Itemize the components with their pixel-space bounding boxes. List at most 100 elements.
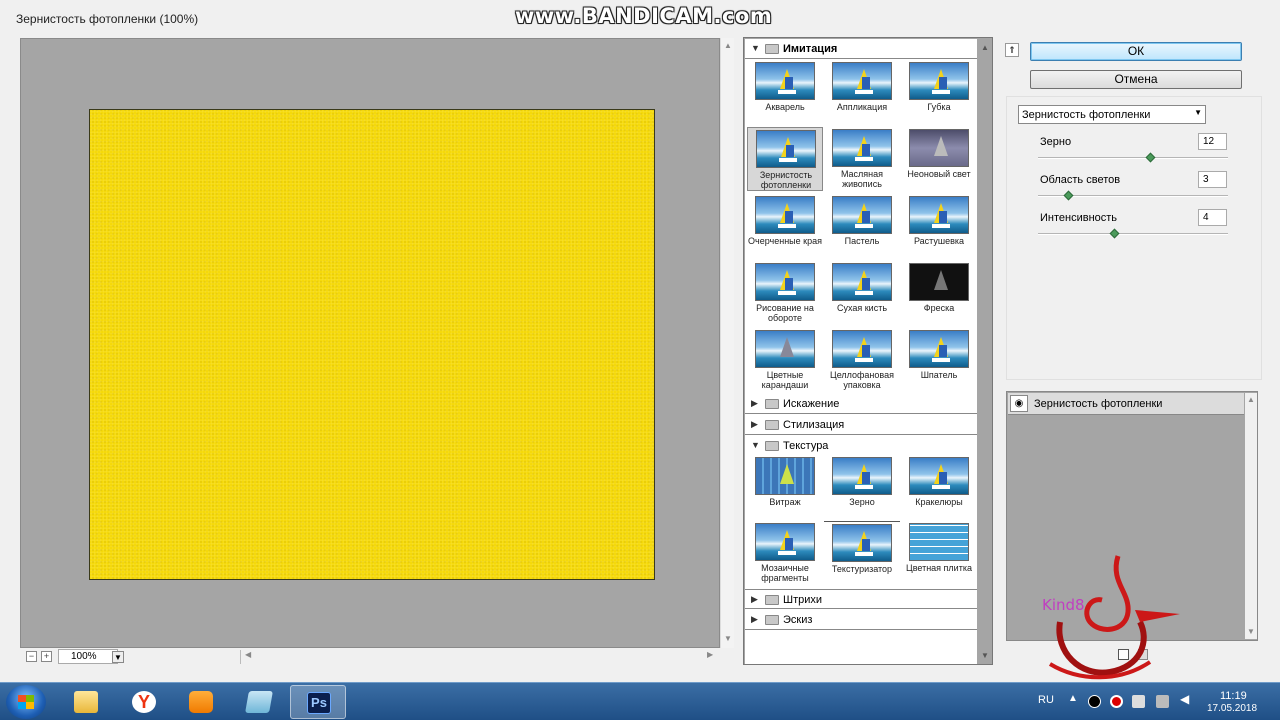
- filter-thumbnail: [755, 62, 815, 100]
- filter-grain[interactable]: Зерно: [824, 455, 900, 519]
- filter-stained-glass[interactable]: Витраж: [747, 455, 823, 519]
- preview-area[interactable]: [20, 38, 720, 648]
- scroll-up-icon[interactable]: ▲: [981, 43, 989, 52]
- preview-horizontal-scrollbar[interactable]: ◀ ▶: [240, 650, 720, 664]
- expand-triangle-icon[interactable]: ▼: [751, 440, 760, 450]
- effect-layer-row[interactable]: ◉ Зернистость фотопленки: [1008, 393, 1244, 415]
- zoom-dropdown-button[interactable]: ▼: [112, 651, 124, 663]
- effect-layer-label: Зернистость фотопленки: [1034, 398, 1163, 410]
- layers-scrollbar[interactable]: ▲ ▼: [1245, 393, 1257, 639]
- filter-poster-edges[interactable]: Очерченные края: [747, 194, 823, 258]
- filter-select[interactable]: Зернистость фотопленки ▼: [1018, 105, 1206, 124]
- filter-label: Неоновый свет: [907, 169, 971, 179]
- filter-watercolor[interactable]: Акварель: [747, 60, 823, 124]
- scroll-right-icon[interactable]: ▶: [707, 650, 713, 659]
- filter-cutout[interactable]: Аппликация: [824, 60, 900, 124]
- category-imitation[interactable]: ▼ Имитация: [745, 39, 977, 59]
- zoom-field[interactable]: 100%: [58, 649, 118, 664]
- filter-underpainting[interactable]: Рисование на обороте: [747, 261, 823, 325]
- filter-craquelure[interactable]: Кракелюры: [901, 455, 977, 519]
- zoom-in-button[interactable]: +: [41, 651, 52, 662]
- clock-date[interactable]: 17.05.2018: [1207, 703, 1257, 714]
- filter-neon-glow[interactable]: Неоновый свет: [901, 127, 977, 191]
- eye-icon[interactable]: ◉: [1010, 395, 1028, 412]
- grain-field[interactable]: 12: [1198, 133, 1227, 150]
- filter-palette-knife[interactable]: Шпатель: [901, 328, 977, 392]
- cancel-button[interactable]: Отмена: [1030, 70, 1242, 89]
- grain-slider[interactable]: [1038, 152, 1228, 163]
- expand-triangle-icon[interactable]: ▶: [751, 594, 758, 605]
- filter-fresco[interactable]: Фреска: [901, 261, 977, 325]
- intensity-field[interactable]: 4: [1198, 209, 1227, 226]
- filter-film-grain[interactable]: Зернистость фотопленки: [747, 127, 823, 191]
- scroll-down-icon[interactable]: ▼: [981, 651, 989, 660]
- filter-rough-pastels[interactable]: Пастель: [824, 194, 900, 258]
- language-indicator[interactable]: RU: [1038, 694, 1054, 706]
- filter-mosaic-tiles[interactable]: Мозаичные фрагменты: [747, 521, 823, 585]
- filter-patchwork[interactable]: Цветная плитка: [901, 521, 977, 585]
- expand-triangle-icon[interactable]: ▶: [751, 419, 758, 430]
- filter-select-value: Зернистость фотопленки: [1022, 109, 1151, 121]
- filter-label: Целлофановая упаковка: [830, 370, 894, 390]
- filter-label: Шпатель: [920, 370, 958, 380]
- filter-label: Кракелюры: [915, 497, 963, 507]
- taskbar-explorer[interactable]: [58, 685, 114, 719]
- filter-thumbnail: [755, 457, 815, 495]
- expand-triangle-icon[interactable]: ▶: [751, 614, 758, 625]
- action-center-icon[interactable]: [1132, 695, 1145, 708]
- category-brush-strokes[interactable]: ▶ Штрихи: [745, 589, 977, 609]
- taskbar-app[interactable]: [231, 685, 287, 719]
- windows-logo-icon: [18, 695, 34, 709]
- ok-button[interactable]: ОК: [1030, 42, 1242, 61]
- folder-icon: [765, 44, 779, 54]
- filter-label: Акварель: [765, 102, 805, 112]
- filter-paint-daubs[interactable]: Масляная живопись: [824, 127, 900, 191]
- collapse-gallery-button[interactable]: ⇑: [1005, 43, 1019, 57]
- volume-icon[interactable]: ◀: [1180, 692, 1189, 706]
- scroll-up-icon[interactable]: ▲: [1247, 395, 1255, 404]
- taskbar: Y Ps RU ▲ ◀ 11:19 17.05.2018: [0, 682, 1280, 720]
- filter-thumbnail: [909, 129, 969, 167]
- clock-time[interactable]: 11:19: [1220, 689, 1247, 703]
- network-icon[interactable]: [1156, 695, 1169, 708]
- zoom-out-button[interactable]: −: [26, 651, 37, 662]
- filter-thumbnail: [909, 330, 969, 368]
- filter-dry-brush[interactable]: Сухая кисть: [824, 261, 900, 325]
- scroll-left-icon[interactable]: ◀: [245, 650, 251, 659]
- expand-triangle-icon[interactable]: ▼: [751, 43, 760, 53]
- folder-icon: [765, 399, 779, 409]
- filter-colored-pencil[interactable]: Цветные карандаши: [747, 328, 823, 392]
- category-sketch[interactable]: ▶ Эскиз: [745, 610, 977, 630]
- category-label: Штрихи: [783, 594, 823, 606]
- filter-texturizer[interactable]: Текстуризатор: [824, 521, 900, 585]
- scroll-down-icon[interactable]: ▼: [1247, 627, 1255, 636]
- highlight-area-field[interactable]: 3: [1198, 171, 1227, 188]
- category-distortion[interactable]: ▶ Искажение: [745, 394, 977, 414]
- filter-thumbnail: [909, 523, 969, 561]
- scroll-down-icon[interactable]: ▼: [723, 634, 733, 644]
- filter-plastic-wrap[interactable]: Целлофановая упаковка: [824, 328, 900, 392]
- expand-triangle-icon[interactable]: ▶: [751, 398, 758, 409]
- record-icon[interactable]: [1110, 695, 1123, 708]
- highlight-area-slider[interactable]: [1038, 190, 1228, 201]
- intensity-slider[interactable]: [1038, 228, 1228, 239]
- filter-label: Очерченные края: [748, 236, 822, 246]
- start-button[interactable]: [6, 685, 46, 719]
- category-texture[interactable]: ▼ Текстура: [745, 436, 977, 456]
- gallery-scrollbar[interactable]: ▲ ▼: [978, 39, 992, 664]
- tray-app-icon[interactable]: [1088, 695, 1101, 708]
- highlight-area-label: Область светов: [1040, 174, 1121, 186]
- filter-smudge-stick[interactable]: Растушевка: [901, 194, 977, 258]
- preview-image: [89, 109, 655, 580]
- filter-thumbnail: [832, 196, 892, 234]
- taskbar-yandex[interactable]: Y: [116, 685, 172, 719]
- taskbar-photoshop[interactable]: Ps: [290, 685, 346, 719]
- scroll-up-icon[interactable]: ▲: [723, 41, 733, 51]
- category-stylize[interactable]: ▶ Стилизация: [745, 415, 977, 435]
- filter-sponge[interactable]: Губка: [901, 60, 977, 124]
- filter-thumbnail: [755, 523, 815, 561]
- taskbar-media-player[interactable]: [173, 685, 229, 719]
- filter-thumbnail: [832, 129, 892, 167]
- preview-vertical-scrollbar[interactable]: ▲ ▼: [720, 38, 734, 648]
- tray-expand-icon[interactable]: ▲: [1068, 693, 1078, 704]
